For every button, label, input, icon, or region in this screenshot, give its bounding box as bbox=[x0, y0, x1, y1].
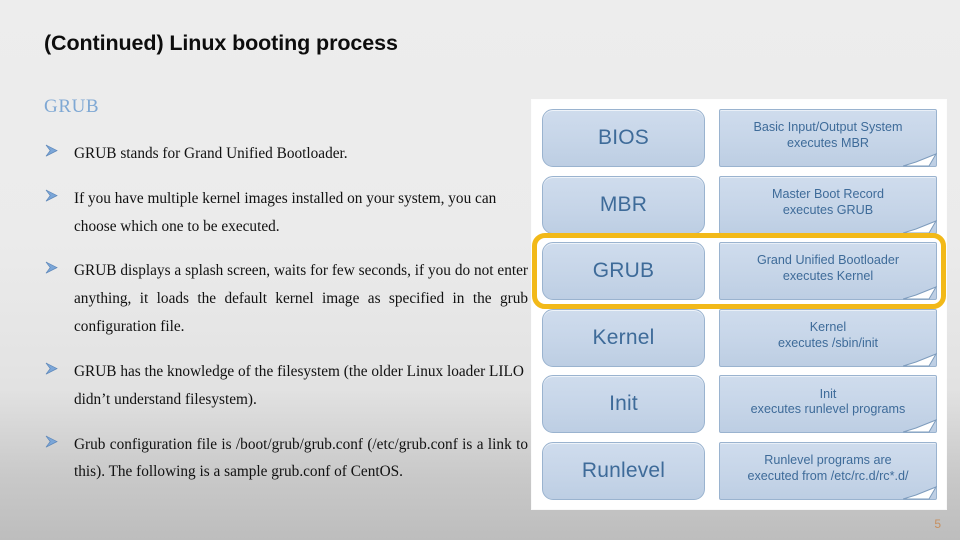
list-item: GRUB displays a splash screen, waits for… bbox=[44, 257, 528, 340]
diagram-row-bios: BIOS Basic Input/Output System executes … bbox=[542, 109, 938, 167]
diagram-row-grub: GRUB Grand Unified Bootloader executes K… bbox=[532, 233, 946, 310]
note-box-grub: Grand Unified Bootloader executes Kernel bbox=[719, 242, 938, 301]
page-curl-icon bbox=[902, 485, 938, 500]
section-heading: GRUB bbox=[44, 96, 100, 117]
list-item: GRUB has the knowledge of the filesystem… bbox=[44, 358, 528, 414]
list-item: If you have multiple kernel images insta… bbox=[44, 185, 528, 241]
stage-label: BIOS bbox=[598, 126, 649, 149]
stage-box-init: Init bbox=[542, 375, 705, 434]
stage-label: Runlevel bbox=[581, 458, 666, 482]
diagram-row-kernel: Kernel Kernel executes /sbin/init bbox=[542, 308, 938, 367]
note-line-2: executes runlevel programs bbox=[750, 402, 906, 417]
stage-label: MBR bbox=[599, 192, 648, 216]
page-curl-icon bbox=[902, 352, 938, 367]
note-line-1: Kernel bbox=[809, 319, 847, 334]
content-text-column: GRUB GRUB stands for Grand Unified Bootl… bbox=[44, 96, 528, 486]
note-line-2: executes MBR bbox=[787, 136, 869, 150]
diagram-row-mbr: MBR Master Boot Record executes GRUB bbox=[542, 175, 938, 234]
note-line-2: executes /sbin/init bbox=[777, 335, 879, 350]
slide: (Continued) Linux booting process GRUB G… bbox=[0, 0, 960, 540]
arrowhead-bullet-icon bbox=[44, 142, 62, 160]
note-line-1: Master Boot Record bbox=[772, 186, 884, 201]
note-box-kernel: Kernel executes /sbin/init bbox=[719, 308, 938, 367]
note-line-1: Grand Unified Bootloader bbox=[756, 253, 900, 268]
arrowhead-bullet-icon bbox=[44, 433, 62, 451]
page-number: 5 bbox=[934, 517, 941, 531]
list-item: GRUB stands for Grand Unified Bootloader… bbox=[44, 140, 528, 168]
diagram-row-init: Init Init executes runlevel programs bbox=[542, 375, 938, 434]
note-box-init: Init executes runlevel programs bbox=[719, 375, 938, 434]
arrowhead-bullet-icon bbox=[44, 360, 62, 378]
list-item-text: GRUB displays a splash screen, waits for… bbox=[74, 262, 528, 336]
note-box-mbr: Master Boot Record executes GRUB bbox=[719, 175, 938, 234]
boot-process-diagram: BIOS Basic Input/Output System executes … bbox=[532, 100, 946, 509]
note-line-2: executes GRUB bbox=[782, 202, 874, 217]
list-item-text: If you have multiple kernel images insta… bbox=[74, 189, 497, 235]
stage-label: GRUB bbox=[592, 259, 655, 283]
diagram-row-runlevel: Runlevel Runlevel programs are executed … bbox=[542, 441, 938, 500]
arrowhead-bullet-icon bbox=[44, 187, 62, 205]
stage-box-bios: BIOS bbox=[542, 109, 705, 167]
list-item-text: Grub configuration file is /boot/grub/gr… bbox=[74, 435, 528, 481]
stage-box-kernel: Kernel bbox=[542, 308, 705, 367]
page-curl-icon bbox=[902, 152, 938, 167]
page-title: (Continued) Linux booting process bbox=[44, 31, 398, 55]
page-curl-icon bbox=[902, 219, 938, 234]
note-box-bios: Basic Input/Output System executes MBR bbox=[719, 109, 938, 167]
note-line-2: executes Kernel bbox=[782, 269, 874, 284]
list-item-text: GRUB has the knowledge of the filesystem… bbox=[74, 362, 524, 408]
stage-box-runlevel: Runlevel bbox=[542, 441, 705, 500]
page-curl-icon bbox=[902, 286, 938, 300]
note-line-1: Init bbox=[819, 386, 837, 401]
arrowhead-bullet-icon bbox=[44, 259, 62, 277]
note-line-2: executed from /etc/rc.d/rc*.d/ bbox=[747, 468, 909, 483]
page-curl-icon bbox=[902, 419, 938, 433]
stage-label: Init bbox=[609, 392, 638, 416]
stage-label: Kernel bbox=[592, 325, 655, 349]
list-item: Grub configuration file is /boot/grub/gr… bbox=[44, 431, 528, 487]
list-item-text: GRUB stands for Grand Unified Bootloader… bbox=[74, 145, 348, 162]
note-line-1: Runlevel programs are bbox=[764, 453, 892, 468]
note-box-runlevel: Runlevel programs are executed from /etc… bbox=[719, 441, 938, 500]
note-line-1: Basic Input/Output System bbox=[753, 120, 903, 135]
stage-box-grub: GRUB bbox=[542, 242, 705, 301]
stage-box-mbr: MBR bbox=[542, 175, 705, 234]
